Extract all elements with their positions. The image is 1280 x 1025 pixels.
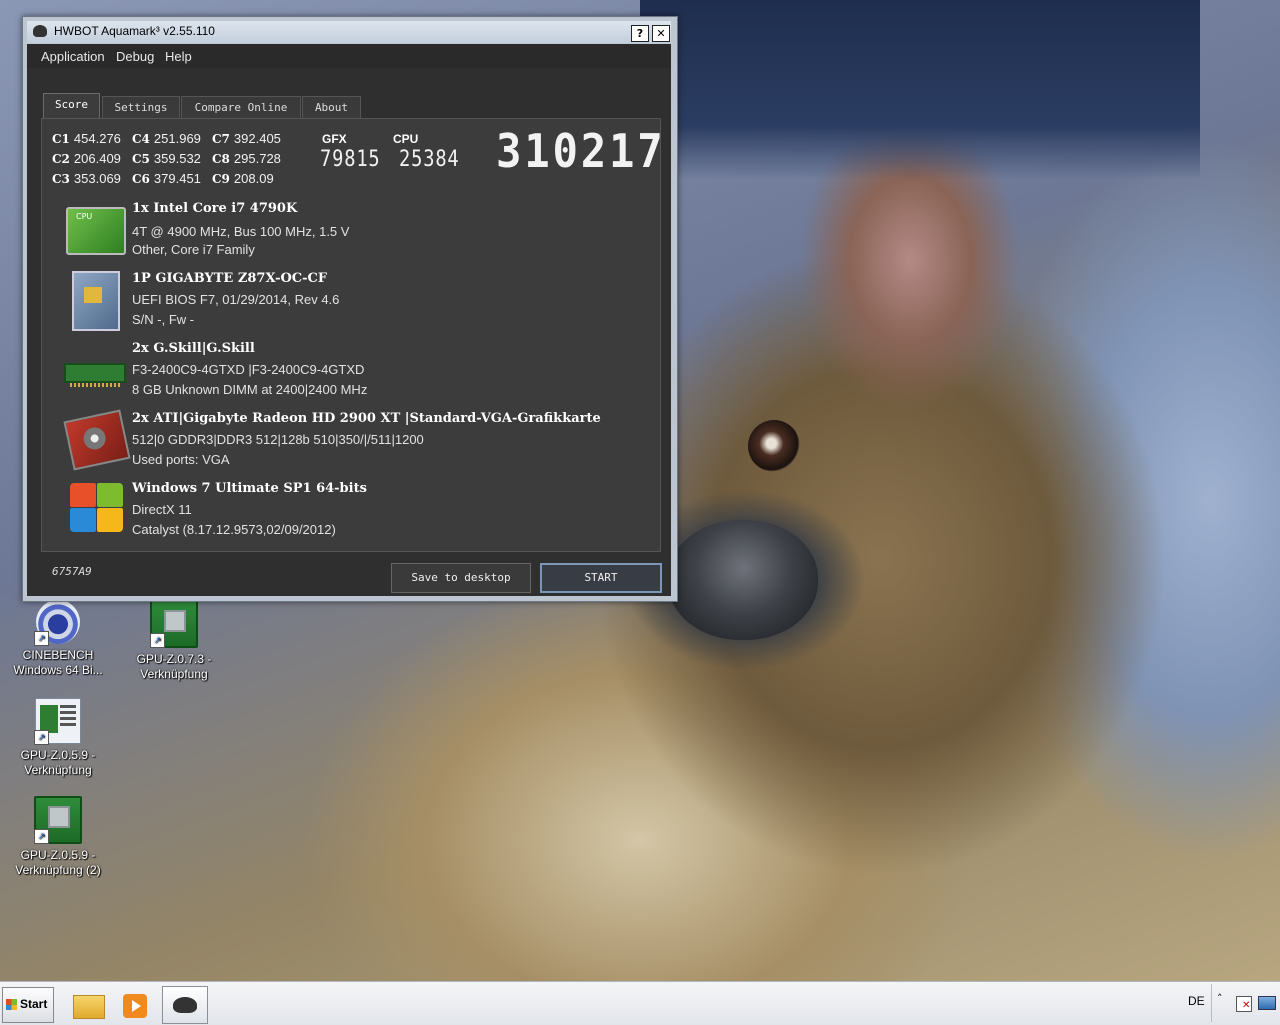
build-id: 6757A9 — [52, 565, 92, 578]
motherboard-icon — [72, 271, 120, 331]
show-hidden-icons-button[interactable]: ˄ — [1217, 992, 1223, 1005]
desktop-icon-gpuz-059[interactable]: ↗ GPU-Z.0.5.9 - Verknüpfung — [10, 698, 106, 778]
gpu-title: 2x ATI|Gigabyte Radeon HD 2900 XT |Stand… — [132, 411, 601, 426]
gpuz-old-icon: ↗ — [34, 698, 81, 745]
menu-help[interactable]: Help — [165, 49, 192, 64]
cpu-score: 25384 — [399, 147, 460, 172]
window-client-area: Application Debug Help Score Settings Co… — [27, 44, 671, 596]
menu-bar: Application Debug Help — [27, 44, 671, 68]
cpu-details: 4T @ 4900 MHz, Bus 100 MHz, 1.5 V — [132, 224, 350, 239]
score-c9: C9 208.09 — [212, 171, 274, 186]
cpu-label: CPU — [393, 132, 419, 146]
score-c8: C8 295.728 — [212, 151, 281, 166]
taskbar-media-player[interactable] — [112, 986, 158, 1024]
desktop-icon-cinebench[interactable]: ↗ CINEBENCH Windows 64 Bi... — [10, 600, 106, 678]
windows-logo-icon — [66, 481, 124, 533]
shortcut-arrow-icon: ↗ — [34, 730, 49, 745]
score-c7: C7 392.405 — [212, 131, 281, 146]
tab-score[interactable]: Score — [43, 93, 100, 120]
score-c3: C3 353.069 — [52, 171, 121, 186]
start-menu-button[interactable]: Start — [2, 987, 54, 1023]
tab-compare-online[interactable]: Compare Online — [181, 96, 301, 119]
wallpaper-dog-nose — [668, 520, 818, 640]
taskbar-explorer[interactable] — [64, 986, 110, 1024]
gpu-ports: Used ports: VGA — [132, 452, 230, 467]
score-c1: C1 454.276 — [52, 131, 121, 146]
cinebench-icon: ↗ — [34, 600, 80, 646]
media-player-icon — [123, 994, 147, 1018]
motherboard-title: 1P GIGABYTE Z87X-OC-CF — [132, 271, 328, 286]
gpuz-icon: ↗ — [34, 796, 82, 844]
gfx-score: 79815 — [320, 147, 381, 172]
cpu-family: Other, Core i7 Family — [132, 242, 255, 257]
start-button[interactable]: START — [540, 563, 662, 593]
os-title: Windows 7 Ultimate SP1 64-bits — [132, 481, 367, 496]
shortcut-arrow-icon: ↗ — [34, 631, 49, 646]
taskbar-aquamark[interactable] — [162, 986, 208, 1024]
score-c5: C5 359.532 — [132, 151, 201, 166]
score-c2: C2 206.409 — [52, 151, 121, 166]
window-title: HWBOT Aquamark³ v2.55.110 — [54, 24, 215, 38]
memory-icon — [64, 363, 126, 387]
desktop-icon-gpuz-073[interactable]: ↗ GPU-Z.0.7.3 - Verknüpfung — [126, 600, 222, 682]
score-panel: C1 454.276 C2 206.409 C3 353.069 C4 251.969 … — [41, 118, 663, 552]
save-to-desktop-button[interactable]: Save to desktop — [391, 563, 531, 593]
language-indicator[interactable]: DE — [1188, 994, 1205, 1008]
os-directx: DirectX 11 — [132, 502, 192, 517]
motherboard-serial: S/N -, Fw - — [132, 312, 195, 327]
gpu-memory-clocks: 512|0 GDDR3|DDR3 512|128b 510|350/|/511|… — [132, 432, 424, 447]
wallpaper-jeans-area — [640, 0, 1200, 180]
windows-flag-icon — [6, 999, 17, 1010]
cpu-title: 1x Intel Core i7 4790K — [132, 201, 298, 216]
memory-size: 8 GB Unknown DIMM at 2400|2400 MHz — [132, 382, 368, 397]
help-button[interactable]: ? — [631, 25, 649, 42]
folder-icon — [73, 995, 105, 1019]
tab-about[interactable]: About — [302, 96, 361, 119]
shortcut-arrow-icon: ↗ — [150, 633, 165, 648]
tab-settings[interactable]: Settings — [102, 96, 180, 119]
network-icon[interactable] — [1258, 996, 1276, 1010]
aquamark-app-icon — [33, 25, 47, 37]
memory-title: 2x G.Skill|G.Skill — [132, 341, 255, 356]
aquamark-window[interactable]: HWBOT Aquamark³ v2.55.110 ? ✕ Applicatio… — [22, 16, 678, 602]
memory-part-numbers: F3-2400C9-4GTXD |F3-2400C9-4GTXD — [132, 362, 365, 377]
tray-separator — [1211, 984, 1212, 1022]
desktop-icon-gpuz-059-2[interactable]: ↗ GPU-Z.0.5.9 - Verknüpfung (2) — [10, 796, 106, 878]
menu-application[interactable]: Application — [41, 49, 105, 64]
close-button[interactable]: ✕ — [652, 25, 670, 42]
action-center-flag-icon[interactable] — [1236, 996, 1252, 1012]
wallpaper-dog-eye — [748, 420, 800, 472]
total-score: 310217 — [496, 124, 666, 178]
score-c4: C4 251.969 — [132, 131, 201, 146]
motherboard-bios: UEFI BIOS F7, 01/29/2014, Rev 4.6 — [132, 292, 340, 307]
shortcut-arrow-icon: ↗ — [34, 829, 49, 844]
graphics-card-icon — [63, 409, 131, 471]
cpu-icon — [66, 207, 126, 255]
taskbar: Start DE ˄ — [0, 981, 1280, 1025]
aquamark-app-icon — [173, 997, 197, 1013]
score-c6: C6 379.451 — [132, 171, 201, 186]
gpuz-icon: ↗ — [150, 600, 198, 648]
window-titlebar[interactable]: HWBOT Aquamark³ v2.55.110 ? ✕ — [27, 21, 671, 43]
gfx-label: GFX — [322, 132, 347, 146]
os-driver: Catalyst (8.17.12.9573,02/09/2012) — [132, 522, 336, 537]
menu-debug[interactable]: Debug — [116, 49, 154, 64]
